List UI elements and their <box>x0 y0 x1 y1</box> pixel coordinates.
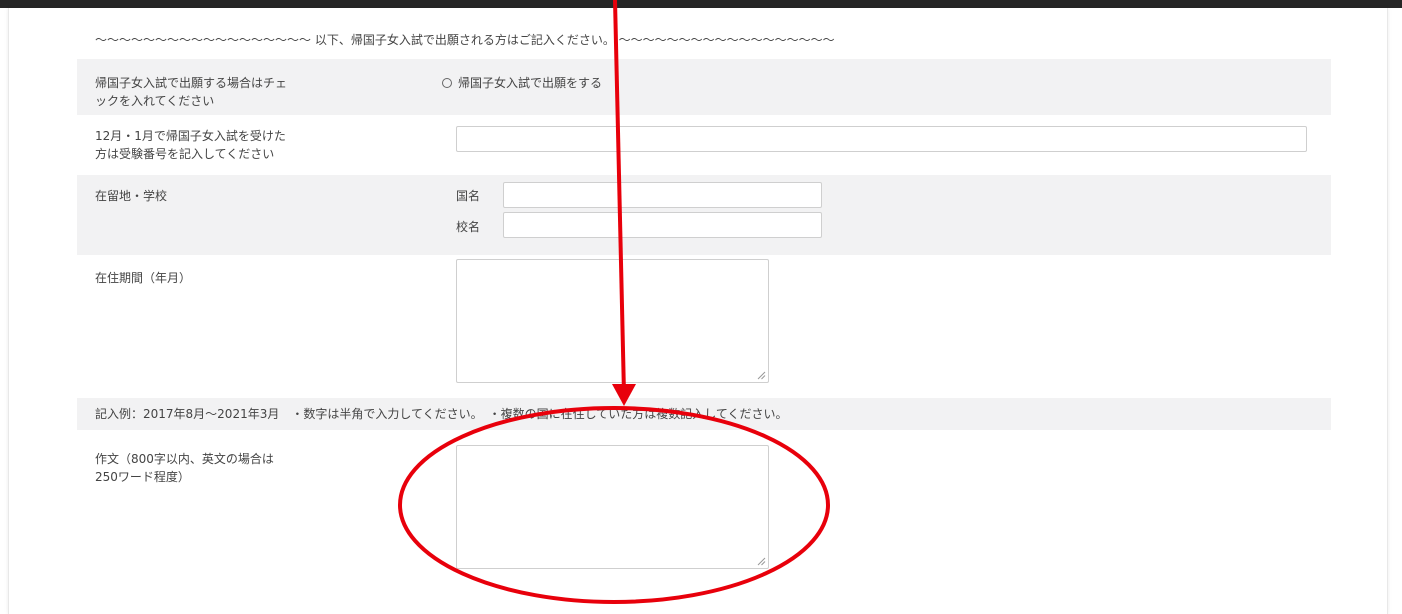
exam-number-input[interactable] <box>456 126 1307 152</box>
resize-grip-icon[interactable] <box>757 371 766 380</box>
returnee-option-label: 帰国子女入試で出願をする <box>458 76 603 90</box>
essay-label: 作文（800字以内、英文の場合は 250ワード程度） <box>95 452 274 484</box>
returnee-row: 帰国子女入試で出願する場合はチェ ックを入れてください 帰国子女入試で出願をする <box>77 59 1331 115</box>
form-card: 〜〜〜〜〜〜〜〜〜〜〜〜〜〜〜〜〜〜 以下、帰国子女入試で出願される方はご記入く… <box>8 8 1388 614</box>
example-note: 記入例：2017年8月〜2021年3月 ・数字は半角で入力してください。 ・複数… <box>95 407 788 421</box>
separator-row: 〜〜〜〜〜〜〜〜〜〜〜〜〜〜〜〜〜〜 以下、帰国子女入試で出願される方はご記入く… <box>77 28 1331 52</box>
example-row: 記入例：2017年8月〜2021年3月 ・数字は半角で入力してください。 ・複数… <box>77 398 1331 430</box>
period-label: 在住期間（年月） <box>95 271 192 285</box>
school-input[interactable] <box>503 212 822 238</box>
resize-grip-icon[interactable] <box>757 557 766 566</box>
school-label: 校名 <box>456 220 481 234</box>
separator-text: 〜〜〜〜〜〜〜〜〜〜〜〜〜〜〜〜〜〜 以下、帰国子女入試で出願される方はご記入く… <box>95 33 835 47</box>
country-input[interactable] <box>503 182 822 208</box>
radio-circle-icon[interactable] <box>442 78 452 88</box>
top-bar <box>0 0 1402 8</box>
period-textarea[interactable] <box>456 259 769 383</box>
country-label: 国名 <box>456 189 481 203</box>
essay-row: 作文（800字以内、英文の場合は 250ワード程度） <box>77 433 1331 583</box>
returnee-label: 帰国子女入試で出願する場合はチェ ックを入れてください <box>95 76 288 108</box>
exam-number-row: 12月・1月で帰国子女入試を受けた 方は受験番号を記入してください <box>77 118 1331 173</box>
returnee-option[interactable]: 帰国子女入試で出願をする <box>442 74 602 92</box>
residence-label: 在留地・学校 <box>95 189 168 203</box>
essay-textarea[interactable] <box>456 445 769 569</box>
exam-number-label: 12月・1月で帰国子女入試を受けた 方は受験番号を記入してください <box>95 129 286 161</box>
period-row: 在住期間（年月） <box>77 255 1331 398</box>
residence-row: 在留地・学校 国名 校名 <box>77 175 1331 255</box>
